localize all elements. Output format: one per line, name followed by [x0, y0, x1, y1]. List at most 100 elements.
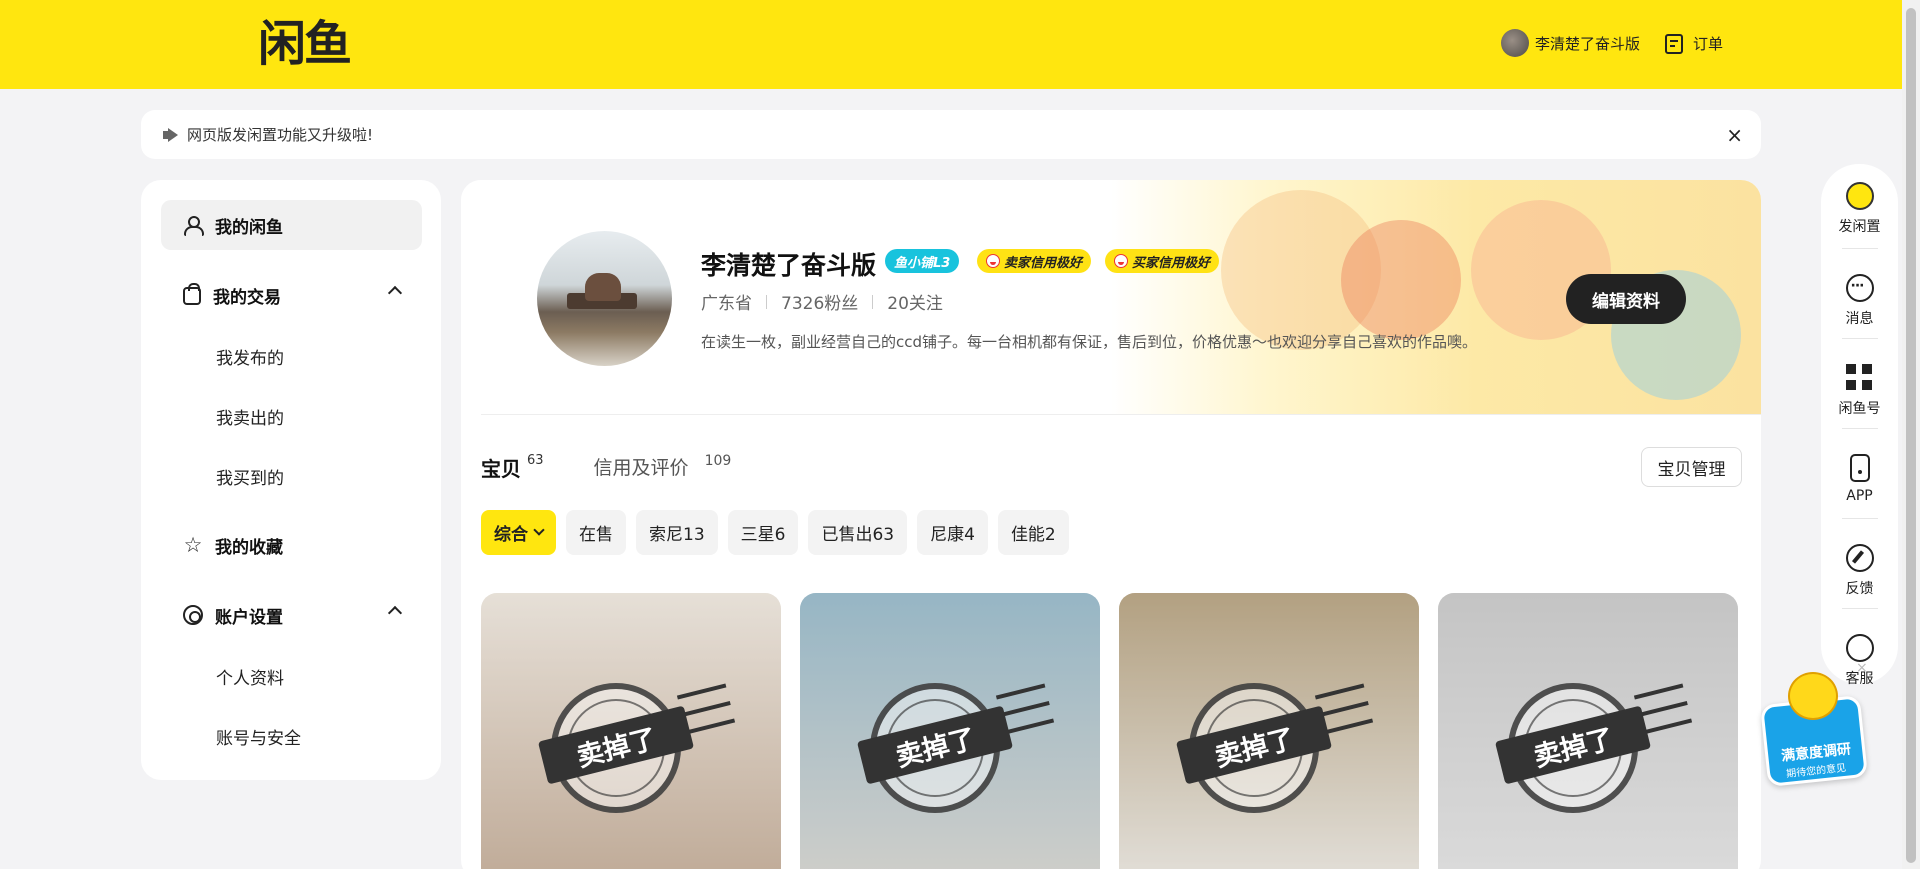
- headset-icon: [1845, 634, 1874, 662]
- items-count: 63: [527, 453, 544, 468]
- post-item-icon: [1845, 182, 1874, 210]
- manage-items-button[interactable]: 宝贝管理: [1641, 447, 1742, 487]
- badge-label: 卖家信用极好: [1004, 255, 1083, 271]
- profile-name: 李清楚了奋斗版: [701, 251, 877, 280]
- sidebar-label: 账户设置: [215, 607, 283, 628]
- sidebar-item-account-settings[interactable]: 账户设置: [161, 590, 422, 640]
- survey-widget[interactable]: 满意度调研 期待您的意见 ×: [1758, 660, 1870, 790]
- smile-icon: [1114, 254, 1128, 268]
- mascot-icon: [1788, 672, 1838, 720]
- feedback-button[interactable]: 反馈: [1821, 544, 1898, 598]
- product-card[interactable]: 卖掉了: [1438, 593, 1738, 869]
- sidebar-item-published[interactable]: 我发布的: [216, 344, 284, 369]
- chevron-down-icon: [533, 524, 545, 536]
- profile-avatar[interactable]: [537, 231, 672, 366]
- right-toolbar: 发闲置 消息 闲鱼号 APP 反馈 客服: [1821, 164, 1898, 687]
- banner-decoration: [1341, 220, 1461, 340]
- sidebar-label: 我的收藏: [215, 537, 283, 558]
- page-scrollbar[interactable]: [1902, 0, 1920, 869]
- divider: [1842, 518, 1878, 519]
- edit-profile-button[interactable]: 编辑资料: [1566, 274, 1686, 324]
- sidebar-item-my-xianyu[interactable]: 我的闲鱼: [161, 200, 422, 250]
- scrollbar-thumb[interactable]: [1906, 8, 1916, 863]
- chip-label: 综合: [494, 525, 528, 545]
- sidebar-item-favorites[interactable]: ☆ 我的收藏: [161, 520, 422, 570]
- orders-icon: [1665, 33, 1683, 54]
- badge-label: 买家信用极好: [1132, 255, 1211, 271]
- divider: [1842, 338, 1878, 339]
- app-button[interactable]: APP: [1821, 454, 1898, 504]
- left-sidebar: 我的闲鱼 我的交易 我发布的 我卖出的 我买到的 ☆ 我的收藏 账户设置 个人资…: [141, 180, 441, 780]
- profile-divider: [481, 414, 1761, 415]
- top-header: 闲鱼 李清楚了奋斗版 订单: [0, 0, 1902, 89]
- sidebar-item-my-trades[interactable]: 我的交易: [161, 270, 422, 320]
- user-icon: [183, 215, 204, 236]
- seller-credit-badge[interactable]: 卖家信用极好: [977, 249, 1092, 273]
- phone-icon: [1849, 454, 1870, 482]
- product-card[interactable]: 卖掉了: [800, 593, 1100, 869]
- toolbar-label: 发闲置: [1838, 219, 1881, 235]
- post-item-button[interactable]: 发闲置: [1821, 182, 1898, 236]
- chevron-up-icon[interactable]: [387, 605, 403, 621]
- filter-chip-canon[interactable]: 佳能2: [997, 510, 1069, 555]
- star-icon: ☆: [183, 533, 203, 557]
- xianyu-logo[interactable]: 闲鱼: [258, 17, 352, 71]
- announcement-text: 网页版发闲置功能又升级啦!: [187, 126, 374, 144]
- tab-items[interactable]: 宝贝: [481, 453, 521, 482]
- messages-button[interactable]: 消息: [1821, 274, 1898, 328]
- user-menu[interactable]: 李清楚了奋斗版: [1501, 29, 1640, 57]
- close-icon[interactable]: ×: [1856, 660, 1868, 676]
- reviews-count: 109: [704, 453, 732, 469]
- profile-stats: 广东省 7326粉丝 20关注: [701, 289, 943, 314]
- shopping-bag-icon: [183, 283, 201, 305]
- orders-link[interactable]: 订单: [1665, 33, 1723, 54]
- sidebar-label: 我的闲鱼: [215, 217, 283, 238]
- chevron-up-icon[interactable]: [387, 285, 403, 301]
- location-label: 广东省: [701, 294, 752, 314]
- sidebar-item-sold[interactable]: 我卖出的: [216, 404, 284, 429]
- divider: [1842, 608, 1878, 609]
- filter-chip-samsung[interactable]: 三星6: [727, 510, 799, 555]
- username-label[interactable]: 李清楚了奋斗版: [1535, 33, 1640, 54]
- filter-chip-all[interactable]: 综合: [481, 510, 556, 555]
- smile-icon: [986, 254, 1000, 268]
- feedback-icon: [1845, 544, 1874, 572]
- fans-count[interactable]: 7326粉丝: [781, 289, 858, 314]
- main-content: 李清楚了奋斗版 鱼小铺L3 卖家信用极好 买家信用极好 广东省 7326粉丝 2…: [461, 180, 1761, 869]
- filter-chip-nikon[interactable]: 尼康4: [917, 510, 988, 555]
- sidebar-label: 我的交易: [213, 287, 281, 308]
- xianyu-id-button[interactable]: 闲鱼号: [1821, 364, 1898, 418]
- toolbar-label: 消息: [1845, 311, 1874, 327]
- divider: [1842, 248, 1878, 249]
- megaphone-icon: [163, 128, 181, 142]
- settings-icon: [183, 605, 203, 625]
- filter-chip-sony[interactable]: 索尼13: [636, 510, 718, 555]
- orders-label[interactable]: 订单: [1693, 33, 1723, 54]
- product-card[interactable]: 卖掉了: [481, 593, 781, 869]
- grid-icon: [1845, 364, 1874, 392]
- following-count[interactable]: 20关注: [887, 289, 943, 314]
- toolbar-label: 闲鱼号: [1838, 401, 1881, 417]
- announcement-bar: 网页版发闲置功能又升级啦! ×: [141, 110, 1761, 159]
- toolbar-label: APP: [1846, 488, 1873, 504]
- profile-bio: 在读生一枚，副业经营自己的ccd铺子。每一台相机都有保证，售后到位，价格优惠～也…: [701, 333, 1478, 351]
- divider: [1842, 428, 1878, 429]
- product-card[interactable]: 卖掉了: [1119, 593, 1419, 869]
- filter-chip-sold[interactable]: 已售出63: [808, 510, 908, 555]
- divider: [872, 294, 874, 309]
- toolbar-label: 反馈: [1845, 581, 1874, 597]
- content-tabs: 宝贝 63 信用及评价 109: [481, 453, 731, 482]
- sidebar-item-profile[interactable]: 个人资料: [216, 664, 284, 689]
- message-icon: [1845, 274, 1874, 302]
- shop-level-badge[interactable]: 鱼小铺L3: [885, 249, 960, 273]
- sidebar-item-security[interactable]: 账号与安全: [216, 724, 301, 749]
- buyer-credit-badge[interactable]: 买家信用极好: [1105, 249, 1220, 273]
- filter-chip-on-sale[interactable]: 在售: [566, 510, 626, 555]
- filter-chips: 综合 在售 索尼13 三星6 已售出63 尼康4 佳能2: [481, 510, 1069, 555]
- product-grid: 卖掉了 卖掉了 卖掉了 卖掉了: [481, 593, 1738, 869]
- divider: [766, 294, 767, 309]
- sidebar-item-bought[interactable]: 我买到的: [216, 464, 284, 489]
- close-icon[interactable]: ×: [1726, 123, 1743, 147]
- user-avatar[interactable]: [1501, 29, 1529, 57]
- tab-reviews[interactable]: 信用及评价: [594, 453, 689, 480]
